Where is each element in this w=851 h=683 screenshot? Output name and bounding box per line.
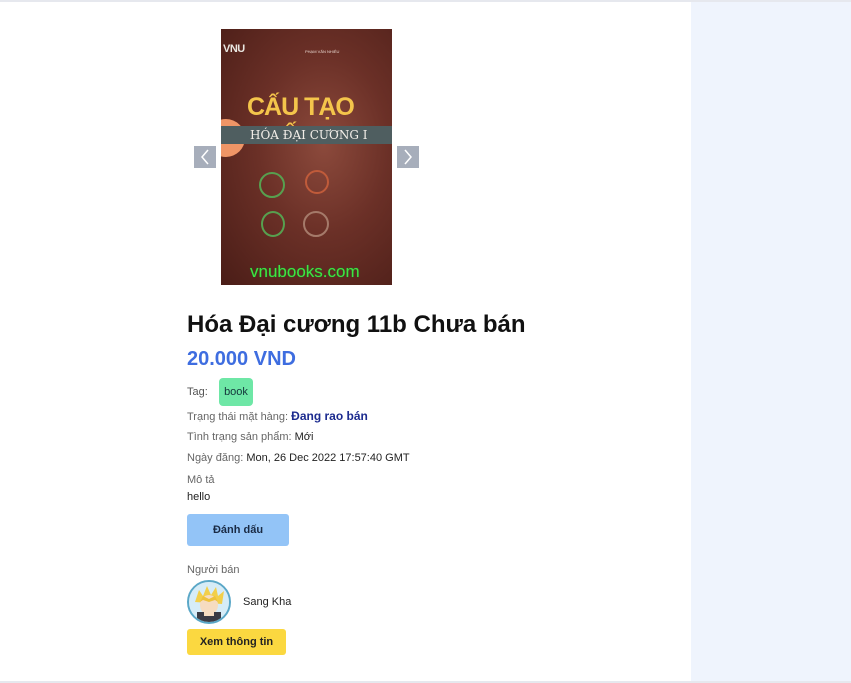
carousel-next-button[interactable]	[397, 146, 419, 168]
product-image: VNU PHẠM VĂN NHIÊU CẤU TẠO CHẤT HÓA ĐẠI …	[221, 29, 392, 285]
product-price: 20.000 VND	[187, 348, 296, 370]
chevron-left-icon	[200, 149, 210, 165]
status-row: Trạng thái mặt hàng: Đang rao bán	[187, 409, 368, 423]
description-value: hello	[187, 491, 211, 503]
seller-name[interactable]: Sang Kha	[243, 596, 291, 608]
cover-atom-graphic	[305, 170, 329, 194]
image-carousel: VNU PHẠM VĂN NHIÊU CẤU TẠO CHẤT HÓA ĐẠI …	[221, 29, 392, 285]
status-label: Trạng thái mặt hàng:	[187, 411, 289, 423]
view-info-button[interactable]: Xem thông tin	[187, 629, 286, 655]
cover-logo: VNU	[223, 43, 245, 55]
status-value: Đang rao bán	[291, 409, 368, 423]
condition-row: Tình trạng sản phẩm: Mới	[187, 431, 313, 443]
avatar-illustration	[189, 582, 229, 622]
cover-atom-graphic	[303, 211, 329, 237]
description-label: Mô tả	[187, 474, 215, 486]
carousel-prev-button[interactable]	[194, 146, 216, 168]
cover-author: PHẠM VĂN NHIÊU	[305, 49, 340, 54]
condition-value: Mới	[294, 431, 314, 443]
cover-watermark: vnubooks.com	[250, 262, 360, 281]
condition-label: Tình trạng sản phẩm:	[187, 431, 292, 443]
product-title: Hóa Đại cương 11b Chưa bán	[187, 311, 526, 338]
cover-atom-graphic	[259, 172, 285, 198]
chevron-right-icon	[403, 149, 413, 165]
cover-subtitle: HÓA ĐẠI CƯƠNG I	[250, 128, 368, 142]
date-value: Mon, 26 Dec 2022 17:57:40 GMT	[246, 452, 410, 464]
seller-avatar[interactable]	[187, 580, 231, 624]
date-row: Ngày đăng: Mon, 26 Dec 2022 17:57:40 GMT	[187, 452, 410, 464]
cover-atom-graphic	[261, 211, 285, 237]
tag-label: Tag:	[187, 386, 208, 398]
seller-label: Người bán	[187, 564, 240, 576]
bookmark-button[interactable]: Đánh dấu	[187, 514, 289, 546]
tag-badge[interactable]: book	[219, 378, 253, 406]
page-background	[691, 2, 851, 681]
date-label: Ngày đăng:	[187, 452, 244, 464]
